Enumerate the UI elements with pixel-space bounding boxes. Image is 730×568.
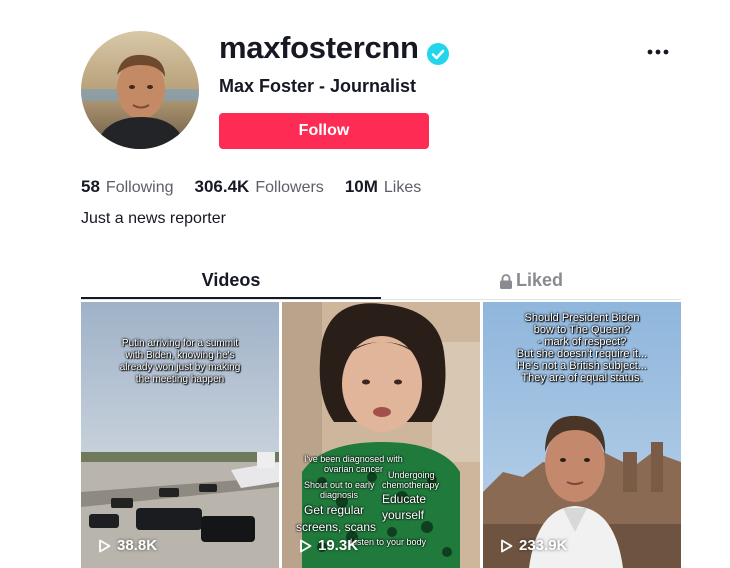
video-view-count: 19.3K: [299, 537, 358, 554]
play-icon: [98, 539, 111, 553]
caption-line: the meeting happen: [135, 374, 225, 385]
overlay-text: ovarian cancer: [324, 464, 384, 474]
caption-line: But she doesn't require it...: [516, 348, 648, 360]
video-thumbnail[interactable]: I've been diagnosed with ovarian cancer …: [282, 302, 480, 568]
video-view-count: 233.9K: [500, 537, 567, 554]
caption-line: Should President Biden: [524, 312, 640, 324]
lock-icon: [499, 273, 513, 289]
view-count-text: 38.8K: [117, 537, 158, 554]
stat-label: Likes: [383, 179, 422, 196]
stat-following[interactable]: 58 Following: [81, 177, 174, 197]
video-grid: Putin arriving for a summit with Biden, …: [81, 302, 681, 568]
stat-label: Following: [105, 179, 174, 196]
tab-liked[interactable]: Liked: [381, 263, 681, 297]
caption-line: already won just by making: [119, 362, 241, 373]
overlay-text: Undergoing: [388, 470, 435, 480]
overlay-text: Get regular: [304, 503, 365, 517]
stat-followers[interactable]: 306.4K Followers: [195, 177, 324, 197]
profile-tabs: Videos Liked: [81, 263, 681, 300]
caption-line: bow to The Queen?: [533, 324, 631, 336]
profile-avatar[interactable]: [81, 31, 199, 149]
view-count-text: 233.9K: [519, 537, 568, 554]
overlay-text: Listen to your body: [350, 537, 427, 547]
profile-bio: Just a news reporter: [81, 210, 226, 227]
view-count-text: 19.3K: [318, 537, 359, 554]
more-options-icon[interactable]: [644, 44, 672, 60]
caption-line: They are of equal status.: [521, 372, 643, 384]
play-icon: [500, 539, 513, 553]
caption-line: with Biden, knowing he's: [125, 350, 235, 361]
tab-label: Videos: [201, 269, 261, 290]
profile-stats: 58 Following 306.4K Followers 10M Likes: [81, 177, 442, 197]
overlay-text: Shout out to early: [304, 480, 375, 490]
video-caption: Should President Biden bow to The Queen?…: [483, 312, 681, 384]
stat-value: 10M: [344, 177, 378, 196]
overlay-text: diagnosis: [320, 490, 359, 500]
stat-value: 58: [81, 177, 100, 196]
profile-username: maxfostercnn: [219, 30, 419, 65]
tab-videos[interactable]: Videos: [81, 263, 381, 299]
overlay-text: chemotherapy: [382, 480, 440, 490]
play-icon: [299, 539, 312, 553]
profile-username-row: maxfostercnn: [219, 30, 449, 66]
video-view-count: 38.8K: [98, 537, 157, 554]
video-thumbnail[interactable]: Putin arriving for a summit with Biden, …: [81, 302, 279, 568]
stat-likes: 10M Likes: [345, 177, 421, 197]
stat-label: Followers: [255, 179, 324, 196]
follow-button[interactable]: Follow: [219, 113, 429, 149]
caption-line: He's not a British subject...: [517, 360, 647, 372]
caption-line: Putin arriving for a summit: [121, 338, 239, 349]
caption-line: - mark of respect?: [537, 336, 627, 348]
verified-badge-icon: [426, 37, 449, 65]
stat-value: 306.4K: [194, 177, 250, 196]
overlay-text: Educate: [382, 492, 427, 506]
overlay-text: yourself: [382, 508, 425, 522]
profile-display-name: Max Foster - Journalist: [219, 76, 417, 96]
video-caption: Putin arriving for a summit with Biden, …: [81, 338, 279, 386]
overlay-text: screens, scans: [296, 520, 377, 534]
overlay-text: I've been diagnosed with: [304, 454, 403, 464]
video-thumbnail[interactable]: Should President Biden bow to The Queen?…: [483, 302, 681, 568]
tab-label: Liked: [515, 269, 563, 290]
